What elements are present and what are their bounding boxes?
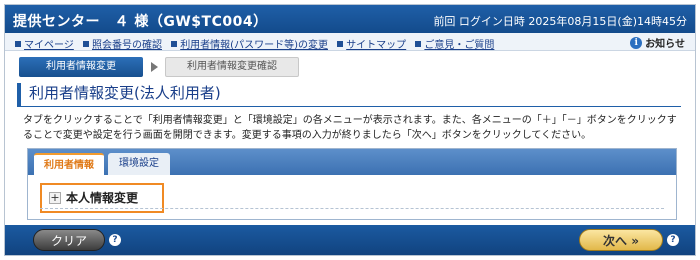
tab-environment-settings[interactable]: 環境設定 [108,153,170,175]
bullet-icon [415,41,422,47]
bullet-icon [337,41,344,47]
page-description: タブをクリックすることで「利用者情報変更」と「環境設定」の各メニューが表示されま… [23,115,677,141]
nav-bar: マイページ 照会番号の確認 利用者情報(パスワード等)の変更 サイトマップ ご意… [5,33,695,51]
section-label: 本人情報変更 [66,191,139,205]
help-icon[interactable]: ? [667,234,679,246]
page-frame: 提供センター ４ 様（GW$TC004） 前回 ログイン日時 2025年08月1… [4,4,696,256]
bullet-icon [83,41,89,47]
section-divider [40,208,664,209]
footer-bar: クリア ? 次へ » ? [5,225,695,255]
clear-button[interactable]: クリア [33,229,105,251]
step-current: 利用者情報変更 [19,57,143,77]
tab-bar: 利用者情報 環境設定 [28,149,676,175]
plus-icon[interactable]: + [49,192,61,204]
tab-panel: 利用者情報 環境設定 + 本人情報変更 [27,148,677,220]
nav-link-feedback[interactable]: ご意見・ご質問 [415,36,494,51]
nav-link-mypage[interactable]: マイページ [15,36,74,51]
step-arrow-icon [151,62,158,72]
bullet-icon [171,41,178,47]
last-login-info: 前回 ログイン日時 2025年08月15日(金)14時45分 [433,15,687,28]
page-title: 利用者情報変更(法人利用者) [17,83,681,107]
next-button[interactable]: 次へ » [579,229,663,251]
nav-link-reference-number[interactable]: 照会番号の確認 [83,36,162,51]
nav-link-user-info-change[interactable]: 利用者情報(パスワード等)の変更 [171,36,328,51]
step-next: 利用者情報変更確認 [165,57,299,77]
provider-name: 提供センター ４ 様（GW$TC004） [13,14,268,30]
bullet-icon [15,41,21,47]
tab-user-info[interactable]: 利用者情報 [34,153,104,175]
info-icon: i [630,36,643,49]
help-icon[interactable]: ? [109,234,121,246]
header-bar: 提供センター ４ 様（GW$TC004） 前回 ログイン日時 2025年08月1… [5,5,695,33]
notice-link[interactable]: i お知らせ [630,35,685,50]
nav-link-sitemap[interactable]: サイトマップ [337,36,406,51]
nav-links: マイページ 照会番号の確認 利用者情報(パスワード等)の変更 サイトマップ ご意… [15,36,500,51]
